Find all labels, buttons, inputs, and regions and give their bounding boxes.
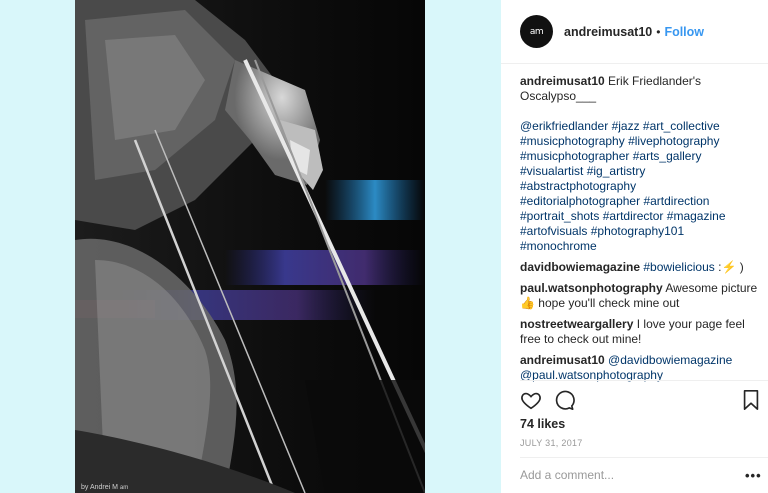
- header-separator: •: [656, 24, 661, 39]
- hashtag-link[interactable]: #arts_gallery: [633, 149, 702, 163]
- hashtag-link[interactable]: #livephotography: [628, 134, 719, 148]
- hashtag-link[interactable]: #musicphotography: [520, 134, 625, 148]
- hashtag-link[interactable]: #editorialphotographer: [520, 194, 640, 208]
- hashtag-link[interactable]: #portrait_shots: [520, 209, 599, 223]
- cello-player-image: [75, 0, 425, 493]
- photo-credit: by Andrei M am: [81, 484, 129, 491]
- post-date: JULY 31, 2017: [520, 438, 583, 448]
- hashtag-link[interactable]: #abstractphotography: [520, 179, 636, 193]
- hashtag-link[interactable]: #artofvisuals: [520, 224, 587, 238]
- hashtag-link[interactable]: #photography101: [591, 224, 684, 238]
- bookmark-icon[interactable]: [740, 389, 762, 411]
- hashtag-link[interactable]: #musicphotographer: [520, 149, 629, 163]
- post-header: am andreimusat10 • Follow: [501, 0, 768, 64]
- comment-item: davidbowiemagazine #bowielicious :⚡ ): [520, 260, 744, 274]
- comment-username[interactable]: davidbowiemagazine: [520, 260, 640, 274]
- page-background-mid: [425, 0, 501, 493]
- hashtag-link[interactable]: #monochrome: [520, 239, 597, 253]
- hashtag-link[interactable]: #magazine: [667, 209, 726, 223]
- comment-username[interactable]: paul.watsonphotography: [520, 281, 663, 295]
- post-photo[interactable]: by Andrei M am: [75, 0, 425, 493]
- hashtag-link[interactable]: #bowielicious: [643, 260, 714, 274]
- comment-input[interactable]: [520, 468, 730, 482]
- comment-item: nostreetweargallery I love your page fee…: [520, 317, 745, 346]
- avatar[interactable]: am: [520, 15, 553, 48]
- hashtag-link[interactable]: #artdirection: [643, 194, 709, 208]
- heart-icon[interactable]: [520, 389, 542, 411]
- hashtag-link[interactable]: #visualartist: [520, 164, 583, 178]
- follow-button[interactable]: Follow: [664, 25, 704, 39]
- caption: andreimusat10 Erik Friedlander's Oscalyp…: [520, 74, 765, 254]
- likes-count[interactable]: 74 likes: [520, 417, 565, 431]
- hashtag-link[interactable]: #art_collective: [643, 119, 720, 133]
- post-sidebar: am andreimusat10 • Follow andreimusat10 …: [501, 0, 768, 493]
- hashtag-link[interactable]: #artdirector: [603, 209, 664, 223]
- more-options-icon[interactable]: •••: [745, 468, 762, 483]
- comments-list: andreimusat10 Erik Friedlander's Oscalyp…: [520, 74, 765, 389]
- comment-divider: [520, 457, 768, 458]
- mention-link[interactable]: @erikfriedlander: [520, 119, 608, 133]
- header-username[interactable]: andreimusat10: [564, 25, 652, 39]
- mention-link[interactable]: @davidbowiemagazine: [608, 353, 732, 367]
- hashtag-link[interactable]: #jazz: [612, 119, 640, 133]
- lightning-emoji-icon: ⚡: [721, 260, 737, 274]
- action-bar: [520, 389, 760, 411]
- comment-item: andreimusat10 @davidbowiemagazine @paul.…: [520, 353, 765, 383]
- comment-username[interactable]: nostreetweargallery: [520, 317, 633, 331]
- page-background-left: [0, 0, 75, 493]
- thumbs-up-emoji-icon: 👍: [520, 296, 535, 310]
- actions-divider: [520, 380, 768, 381]
- comment-icon[interactable]: [553, 389, 575, 411]
- caption-username[interactable]: andreimusat10: [520, 74, 605, 88]
- hashtag-link[interactable]: #ig_artistry: [587, 164, 646, 178]
- comment-username[interactable]: andreimusat10: [520, 353, 605, 367]
- caption-hashtags: @erikfriedlander #jazz #art_collective #…: [520, 119, 765, 254]
- comment-item: paul.watsonphotography Awesome picture 👍…: [520, 281, 758, 310]
